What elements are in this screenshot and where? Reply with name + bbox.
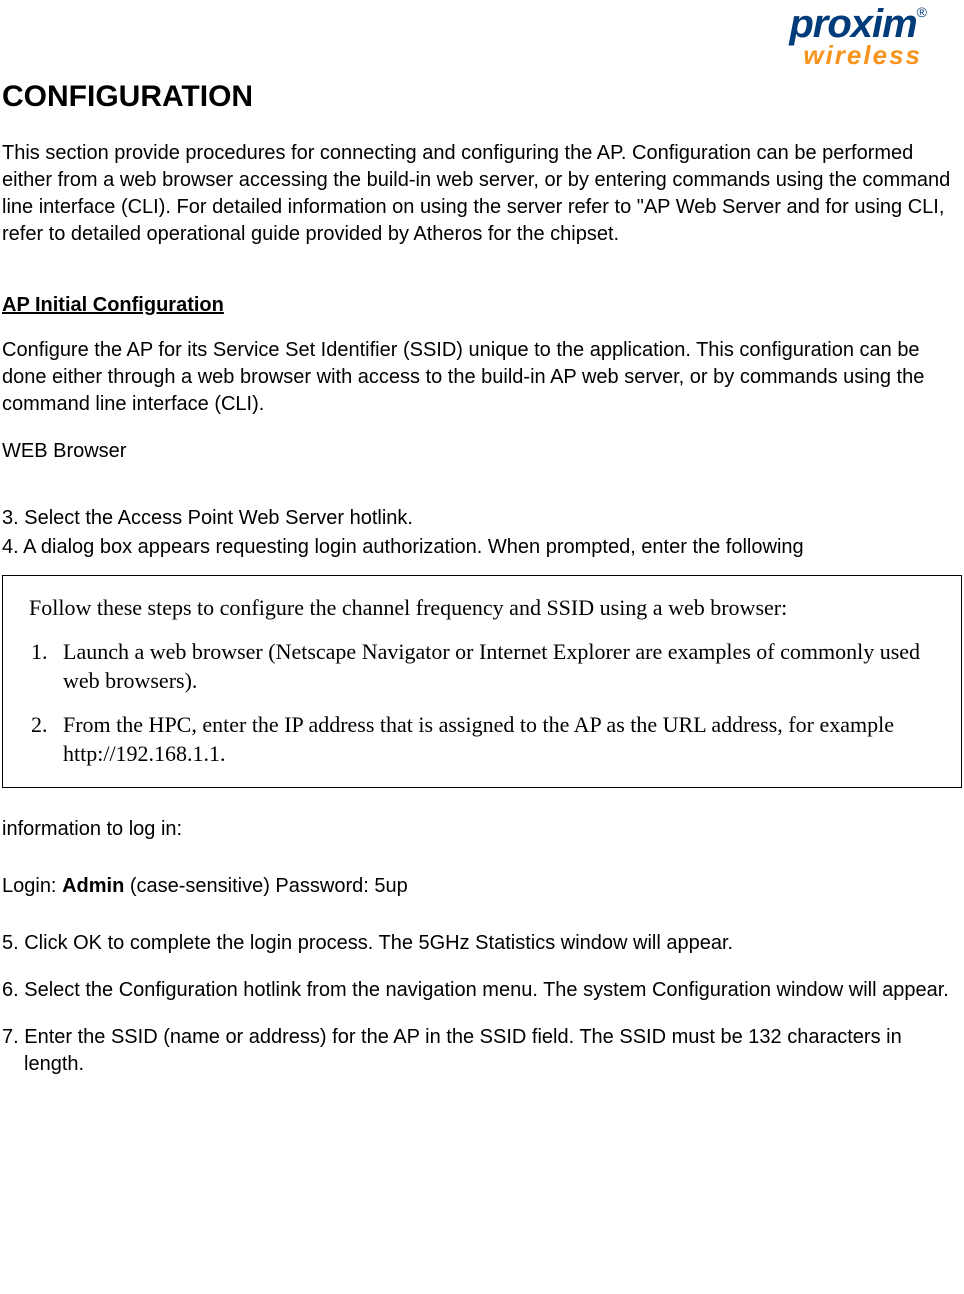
step-7: 7. Enter the SSID (name or address) for … bbox=[2, 1024, 962, 1078]
section-heading: AP Initial Configuration bbox=[2, 292, 962, 319]
box-leadin: Follow these steps to configure the chan… bbox=[29, 594, 939, 623]
step-6: 6. Select the Configuration hotlink from… bbox=[2, 977, 962, 1004]
logo-proxim-text: proxim® bbox=[789, 6, 926, 42]
step-4: 4. A dialog box appears requesting login… bbox=[2, 534, 962, 561]
instruction-box: Follow these steps to configure the chan… bbox=[2, 575, 962, 788]
page-title: CONFIGURATION bbox=[2, 77, 962, 118]
logo-area: proxim® wireless bbox=[2, 6, 962, 73]
login-suffix: (case-sensitive) Password: 5up bbox=[124, 875, 407, 897]
login-admin: Admin bbox=[62, 875, 124, 897]
login-prefix: Login: bbox=[2, 875, 62, 897]
proxim-logo: proxim® wireless bbox=[789, 6, 926, 73]
login-line: Login: Admin (case-sensitive) Password: … bbox=[2, 873, 962, 900]
step-5: 5. Click OK to complete the login proces… bbox=[2, 930, 962, 957]
box-list: Launch a web browser (Netscape Navigator… bbox=[29, 638, 939, 768]
box-item-2: From the HPC, enter the IP address that … bbox=[53, 711, 939, 768]
info-line: information to log in: bbox=[2, 816, 962, 843]
web-browser-label: WEB Browser bbox=[2, 438, 962, 465]
step-3: 3. Select the Access Point Web Server ho… bbox=[2, 505, 962, 532]
section-paragraph: Configure the AP for its Service Set Ide… bbox=[2, 337, 962, 418]
intro-paragraph: This section provide procedures for conn… bbox=[2, 140, 962, 248]
logo-wireless-text: wireless bbox=[789, 38, 926, 73]
box-item-1: Launch a web browser (Netscape Navigator… bbox=[53, 638, 939, 695]
registered-mark: ® bbox=[917, 4, 926, 20]
